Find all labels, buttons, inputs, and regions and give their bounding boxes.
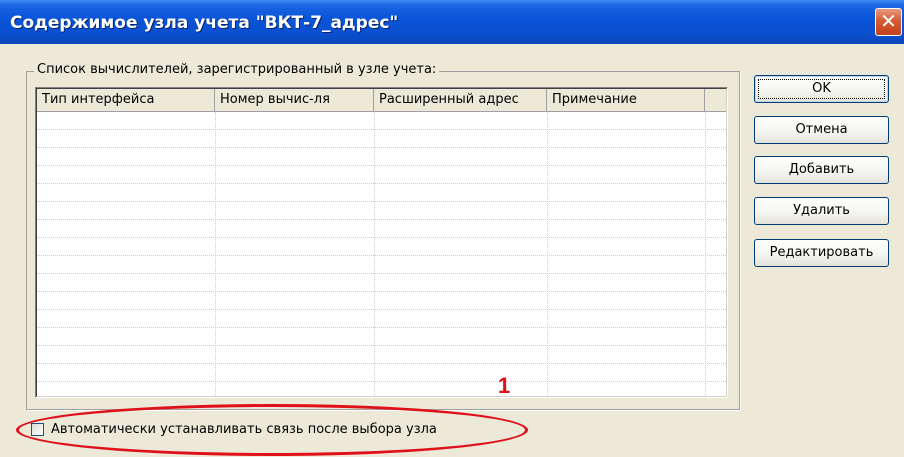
grid-row-line [37, 345, 726, 346]
grid-column-line [547, 112, 548, 396]
focus-rectangle [758, 79, 885, 99]
grid-row-line [37, 273, 726, 274]
column-header-interface-type[interactable]: Тип интерфейса [37, 89, 215, 111]
list-header: Тип интерфейса Номер вычис-ля Расширенны… [37, 89, 726, 112]
dialog-window: Содержимое узла учета "ВКТ-7_адрес" ✕ Сп… [0, 0, 904, 457]
column-header-note[interactable]: Примечание [547, 89, 705, 111]
grid-row-line [37, 291, 726, 292]
close-icon: ✕ [880, 9, 897, 33]
grid-row-line [37, 327, 726, 328]
column-header-filler [705, 89, 727, 111]
delete-button-label: Удалить [793, 203, 850, 218]
ok-button[interactable]: OK [754, 75, 889, 103]
grid-column-line [705, 112, 706, 396]
grid-row-line [37, 237, 726, 238]
column-header-extended-address[interactable]: Расширенный адрес [374, 89, 547, 111]
cancel-button[interactable]: Отмена [754, 116, 889, 144]
groupbox-label: Список вычислителей, зарегистрированный … [34, 62, 440, 77]
cancel-button-label: Отмена [795, 122, 848, 137]
window-title: Содержимое узла учета "ВКТ-7_адрес" [10, 13, 399, 33]
grid-row-line [37, 165, 726, 166]
annotation-ellipse [16, 404, 528, 456]
grid-row-line [37, 381, 726, 382]
grid-row-line [37, 201, 726, 202]
grid-row-line [37, 219, 726, 220]
delete-button[interactable]: Удалить [754, 197, 889, 225]
list-body: Тип интерфейса Номер вычис-ля Расширенны… [36, 88, 727, 397]
edit-button[interactable]: Редактировать [754, 239, 889, 267]
grid-row-line [37, 363, 726, 364]
add-button[interactable]: Добавить [754, 156, 889, 184]
edit-button-label: Редактировать [769, 245, 874, 260]
grid-row-line [37, 129, 726, 130]
grid-row-line [37, 147, 726, 148]
grid-row-line [37, 183, 726, 184]
grid-row-line [37, 255, 726, 256]
add-button-label: Добавить [788, 162, 855, 177]
column-header-calculator-number[interactable]: Номер вычис-ля [215, 89, 374, 111]
annotation-number: 1 [498, 373, 511, 398]
title-bar[interactable]: Содержимое узла учета "ВКТ-7_адрес" ✕ [0, 0, 904, 44]
calculators-list[interactable]: Тип интерфейса Номер вычис-ля Расширенны… [35, 87, 728, 398]
close-button[interactable]: ✕ [875, 8, 902, 36]
grid-row-line [37, 309, 726, 310]
grid-column-line [374, 112, 375, 396]
grid-column-line [215, 112, 216, 396]
